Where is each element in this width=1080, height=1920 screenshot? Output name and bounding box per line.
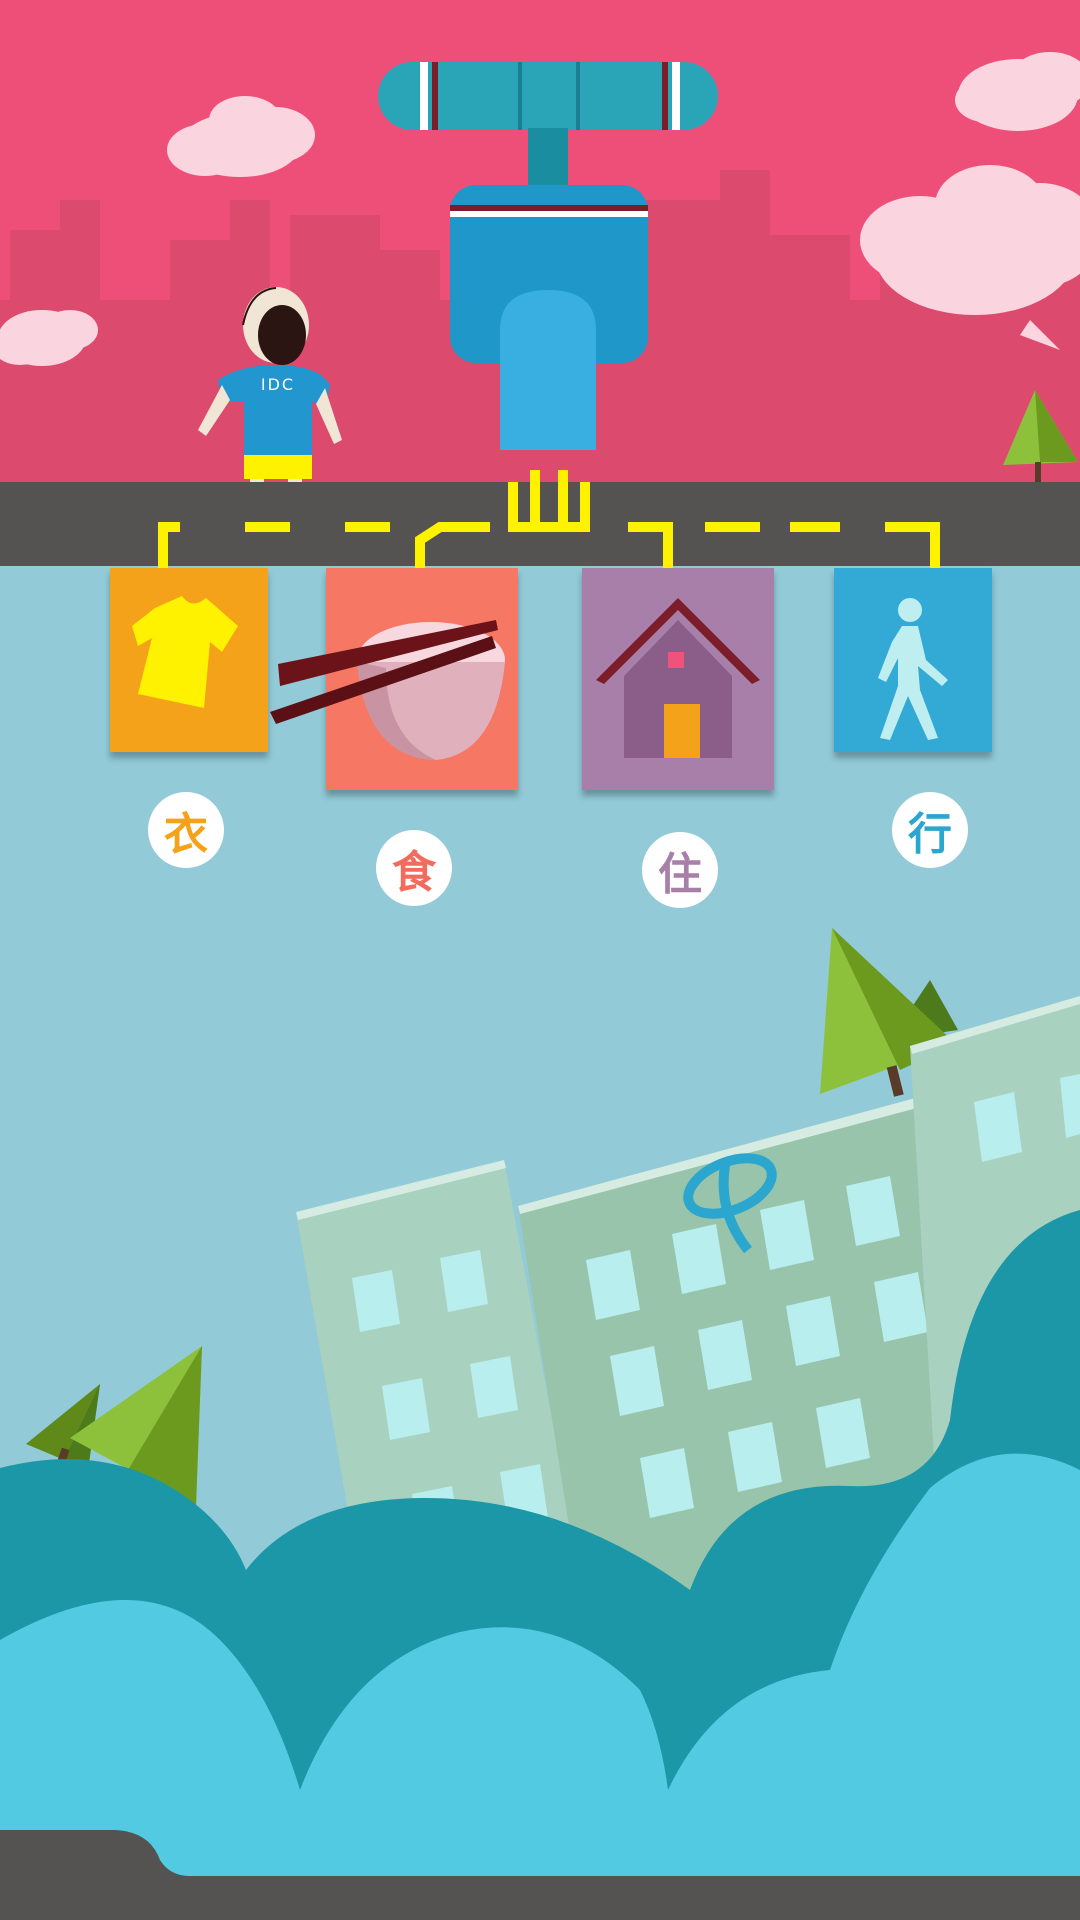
- ground-strip: [0, 1830, 1080, 1920]
- game-scene: IDC 衣 食 住 行: [0, 0, 1080, 1920]
